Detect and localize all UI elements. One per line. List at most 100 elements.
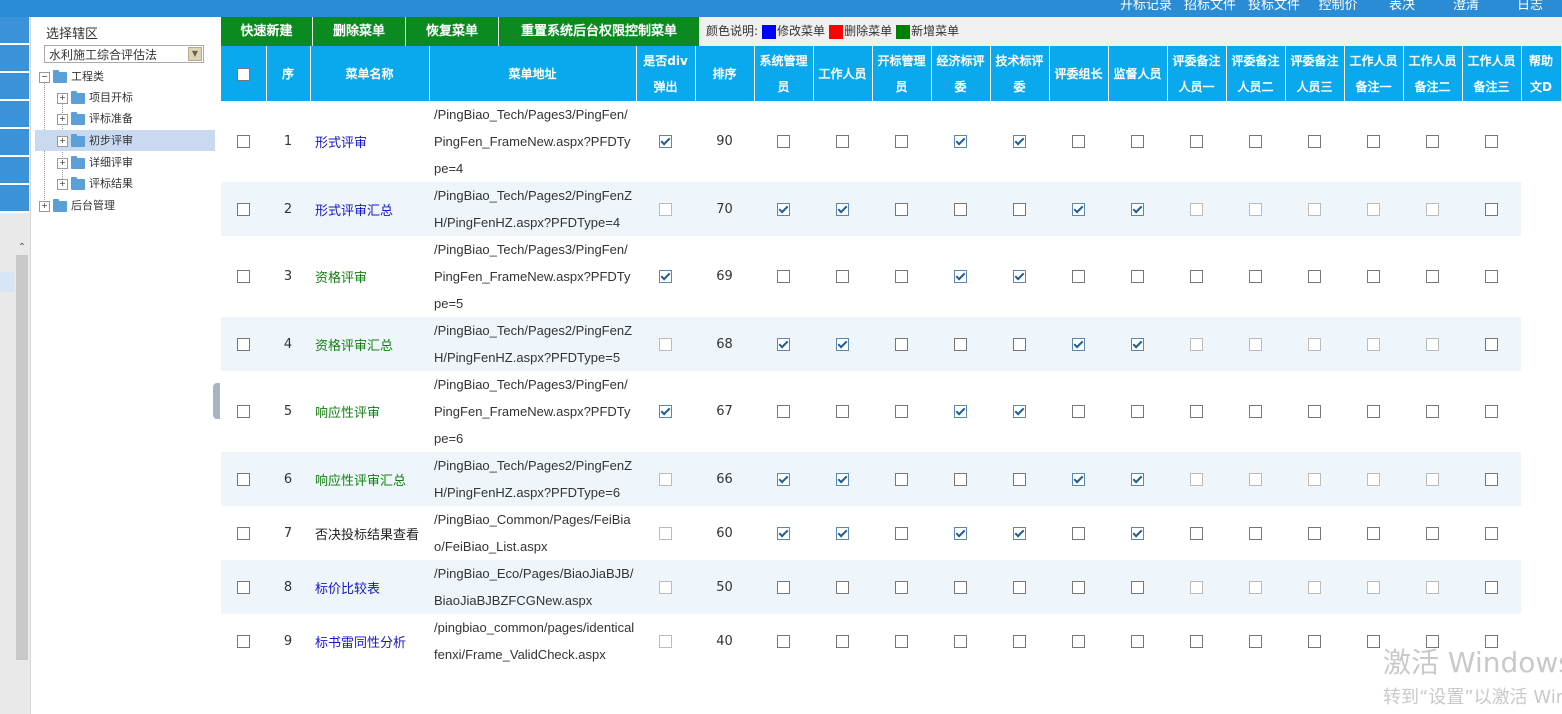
role-checkbox[interactable] <box>954 270 967 283</box>
table-row[interactable]: 6 响应性评审汇总/PingBiao_Tech/Pages2/PingFenZH/… <box>221 452 1561 506</box>
role-checkbox[interactable] <box>777 135 790 148</box>
role-checkbox[interactable] <box>1013 472 1026 486</box>
role-checkbox[interactable] <box>836 270 849 283</box>
row-select-checkbox[interactable] <box>237 634 250 648</box>
role-checkbox[interactable] <box>1308 405 1321 418</box>
role-checkbox[interactable] <box>1367 634 1380 648</box>
tree-node[interactable]: + 评标结果 <box>57 173 133 194</box>
strip-tile[interactable] <box>0 101 29 129</box>
role-checkbox[interactable] <box>954 337 967 351</box>
role-checkbox[interactable] <box>836 405 849 418</box>
role-checkbox[interactable] <box>1367 526 1380 540</box>
role-checkbox[interactable] <box>1485 135 1498 148</box>
role-checkbox[interactable] <box>954 580 967 594</box>
restore-menu-button[interactable]: 恢复菜单 <box>406 17 499 46</box>
role-checkbox[interactable] <box>1190 202 1203 216</box>
menu-name-link[interactable]: 响应性评审 <box>310 371 429 452</box>
scroll-up-icon[interactable]: ⌃ <box>16 242 28 254</box>
role-checkbox[interactable] <box>1072 135 1085 148</box>
role-checkbox[interactable] <box>1485 580 1498 594</box>
role-checkbox[interactable] <box>777 337 790 351</box>
div-popup-checkbox[interactable] <box>659 405 672 418</box>
role-checkbox[interactable] <box>1190 135 1203 148</box>
role-checkbox[interactable] <box>1190 472 1203 486</box>
top-nav-item[interactable]: 开标记录 <box>1114 0 1178 13</box>
role-checkbox[interactable] <box>1249 405 1262 418</box>
panel-collapse-handle[interactable] <box>213 383 220 419</box>
role-checkbox[interactable] <box>1013 405 1026 418</box>
role-checkbox[interactable] <box>1426 526 1439 540</box>
role-checkbox[interactable] <box>1013 526 1026 540</box>
role-checkbox[interactable] <box>1367 337 1380 351</box>
tree-toggle-icon[interactable]: + <box>57 113 68 125</box>
row-select-checkbox[interactable] <box>237 580 250 594</box>
role-checkbox[interactable] <box>1190 337 1203 351</box>
role-checkbox[interactable] <box>1426 270 1439 283</box>
tree-node[interactable]: + 项目开标 <box>57 87 133 108</box>
role-checkbox[interactable] <box>1072 202 1085 216</box>
div-popup-checkbox[interactable] <box>659 270 672 283</box>
role-checkbox[interactable] <box>1131 526 1144 540</box>
role-checkbox[interactable] <box>1367 472 1380 486</box>
tree-toggle-icon[interactable]: + <box>57 92 68 104</box>
table-row[interactable]: 3 资格评审/PingBiao_Tech/Pages3/PingFen/PingF… <box>221 236 1561 317</box>
role-checkbox[interactable] <box>954 634 967 648</box>
role-checkbox[interactable] <box>1072 270 1085 283</box>
role-checkbox[interactable] <box>1367 405 1380 418</box>
role-checkbox[interactable] <box>1072 472 1085 486</box>
role-checkbox[interactable] <box>777 580 790 594</box>
role-checkbox[interactable] <box>1072 580 1085 594</box>
tree-node[interactable]: + 初步评审 <box>35 130 215 151</box>
role-checkbox[interactable] <box>1013 634 1026 648</box>
role-checkbox[interactable] <box>1013 135 1026 148</box>
menu-name-link[interactable]: 资格评审汇总 <box>310 317 429 371</box>
role-checkbox[interactable] <box>1426 405 1439 418</box>
role-checkbox[interactable] <box>1367 135 1380 148</box>
menu-name-link[interactable]: 标价比较表 <box>310 560 429 614</box>
role-checkbox[interactable] <box>1485 405 1498 418</box>
div-popup-checkbox[interactable] <box>659 135 672 148</box>
role-checkbox[interactable] <box>895 580 908 594</box>
role-checkbox[interactable] <box>1190 270 1203 283</box>
scrollbar-thumb[interactable] <box>16 255 28 660</box>
menu-name-link[interactable]: 资格评审 <box>310 236 429 317</box>
row-select-checkbox[interactable] <box>237 472 250 486</box>
role-checkbox[interactable] <box>1072 405 1085 418</box>
role-checkbox[interactable] <box>954 472 967 486</box>
role-checkbox[interactable] <box>1190 580 1203 594</box>
menu-name-link[interactable]: 响应性评审汇总 <box>310 452 429 506</box>
table-row[interactable]: 5 响应性评审/PingBiao_Tech/Pages3/PingFen/Ping… <box>221 371 1561 452</box>
div-popup-checkbox[interactable] <box>659 526 672 540</box>
tree-toggle-icon[interactable]: − <box>39 71 50 83</box>
role-checkbox[interactable] <box>1426 337 1439 351</box>
tree-toggle-icon[interactable]: + <box>57 157 68 169</box>
reset-permission-menu-button[interactable]: 重置系统后台权限控制菜单 <box>499 17 700 46</box>
role-checkbox[interactable] <box>1426 135 1439 148</box>
tree-node[interactable]: + 详细评审 <box>57 152 133 173</box>
role-checkbox[interactable] <box>1013 580 1026 594</box>
select-all-checkbox[interactable] <box>236 67 250 81</box>
role-checkbox[interactable] <box>836 634 849 648</box>
table-row[interactable]: 8 标价比较表/PingBiao_Eco/Pages/BiaoJiaBJB/Bia… <box>221 560 1561 614</box>
role-checkbox[interactable] <box>1485 472 1498 486</box>
menu-name-link[interactable]: 否决投标结果查看 <box>310 506 429 560</box>
role-checkbox[interactable] <box>1485 270 1498 283</box>
table-row[interactable]: 1 形式评审/PingBiao_Tech/Pages3/PingFen/PingF… <box>221 101 1561 182</box>
role-checkbox[interactable] <box>954 405 967 418</box>
role-checkbox[interactable] <box>836 135 849 148</box>
tree-node[interactable]: + 后台管理 <box>39 195 115 216</box>
role-checkbox[interactable] <box>1249 526 1262 540</box>
row-select-checkbox[interactable] <box>237 135 250 148</box>
role-checkbox[interactable] <box>954 202 967 216</box>
role-checkbox[interactable] <box>1072 634 1085 648</box>
row-select-checkbox[interactable] <box>237 526 250 540</box>
role-checkbox[interactable] <box>1249 202 1262 216</box>
strip-tile[interactable] <box>0 73 29 101</box>
role-checkbox[interactable] <box>836 337 849 351</box>
role-checkbox[interactable] <box>777 202 790 216</box>
tree-toggle-icon[interactable]: + <box>39 200 50 212</box>
region-select[interactable]: 水利施工综合评估法 ▼ <box>44 45 204 63</box>
role-checkbox[interactable] <box>895 337 908 351</box>
row-select-checkbox[interactable] <box>237 270 250 283</box>
role-checkbox[interactable] <box>836 580 849 594</box>
